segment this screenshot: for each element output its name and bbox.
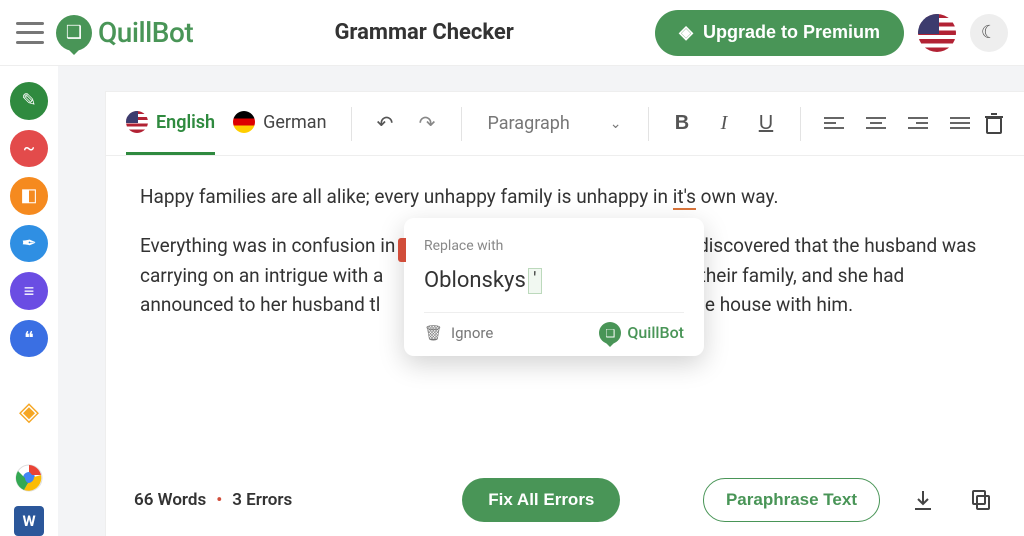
paragraph-style-label: Paragraph <box>488 113 570 134</box>
error-count: 3 Errors <box>232 490 292 510</box>
word-count: 66 Words <box>134 490 206 510</box>
trash-small-icon: 🗑 <box>424 322 443 345</box>
summarizer-icon[interactable]: ◧ <box>10 177 48 215</box>
suggestion-popup: Replace with Oblonskys' 🗑 Ignore ❑ Quill… <box>404 218 704 356</box>
quill-mini-logo-icon: ❑ <box>599 322 621 344</box>
editor-card: English German ↶ ↷ Paragraph ⌄ B I <box>106 92 1024 536</box>
text-span: Happy families are all alike; every unha… <box>140 185 673 208</box>
left-tool-rail: ✎ ~ ◧ ✒ ≡ ❝ ◈ W <box>0 66 58 536</box>
hamburger-menu-icon[interactable] <box>16 22 44 44</box>
editor-footer: 66 Words • 3 Errors Fix All Errors Parap… <box>106 464 1024 536</box>
dark-mode-icon[interactable]: ☾ <box>970 14 1008 52</box>
align-justify-icon[interactable] <box>940 104 980 144</box>
page-title: Grammar Checker <box>193 20 655 45</box>
undo-icon[interactable]: ↶ <box>365 104 405 144</box>
suggestion-replacement[interactable]: Oblonskys' <box>424 264 684 313</box>
align-right-icon[interactable] <box>898 104 938 144</box>
language-tabs: English German <box>116 92 337 155</box>
quill-logo-icon: ❑ <box>56 15 92 51</box>
text-span: Everything was in confusion in the <box>140 234 432 257</box>
tab-english[interactable]: English <box>126 92 215 155</box>
chevron-down-icon: ⌄ <box>610 116 622 132</box>
underline-icon[interactable]: U <box>746 104 786 144</box>
cowriter-icon[interactable]: ✒ <box>10 225 48 263</box>
suggestion-base-text: Oblonskys <box>424 264 526 298</box>
premium-diamond-icon[interactable]: ◈ <box>10 393 48 431</box>
ignore-button[interactable]: 🗑 Ignore <box>424 322 493 345</box>
redo-icon[interactable]: ↷ <box>407 104 447 144</box>
word-addin-icon[interactable]: W <box>14 506 44 536</box>
editor-toolbar: English German ↶ ↷ Paragraph ⌄ B I <box>106 92 1024 156</box>
editor-body[interactable]: Happy families are all alike; every unha… <box>106 156 1024 464</box>
citations-icon[interactable]: ❝ <box>10 320 48 358</box>
counts: 66 Words • 3 Errors <box>134 490 292 510</box>
grammar-check-icon[interactable]: ✎ <box>10 82 48 120</box>
main-canvas: English German ↶ ↷ Paragraph ⌄ B I <box>58 66 1024 536</box>
italic-icon[interactable]: I <box>704 104 744 144</box>
download-icon[interactable] <box>908 485 938 515</box>
paraphrase-text-button[interactable]: Paraphrase Text <box>703 478 880 522</box>
brand-name: QuillBot <box>98 16 193 49</box>
upgrade-premium-button[interactable]: ◈ Upgrade to Premium <box>655 10 904 56</box>
de-flag-icon <box>233 111 255 133</box>
grammar-error-its[interactable]: it's <box>673 185 696 210</box>
fix-all-errors-button[interactable]: Fix All Errors <box>462 478 620 522</box>
tab-english-label: English <box>156 112 215 133</box>
fix-all-label: Fix All Errors <box>488 490 594 509</box>
text-span: own way. <box>696 185 779 208</box>
diamond-icon: ◈ <box>679 22 693 43</box>
suggestion-brand[interactable]: ❑ QuillBot <box>599 321 684 346</box>
count-separator-icon: • <box>216 490 222 510</box>
suggestion-brand-label: QuillBot <box>627 321 684 346</box>
paragraph-1: Happy families are all alike; every unha… <box>140 182 990 211</box>
brand-logo[interactable]: ❑ QuillBot <box>56 15 193 51</box>
delete-icon[interactable] <box>984 104 1004 144</box>
copy-icon[interactable] <box>966 485 996 515</box>
align-left-icon[interactable] <box>814 104 854 144</box>
chrome-extension-icon[interactable] <box>10 459 48 497</box>
tab-german[interactable]: German <box>233 92 326 155</box>
language-flag-icon[interactable] <box>918 14 956 52</box>
plagiarism-icon[interactable]: ≡ <box>10 272 48 310</box>
align-center-icon[interactable] <box>856 104 896 144</box>
paraphrase-label: Paraphrase Text <box>726 490 857 509</box>
bold-icon[interactable]: B <box>662 104 702 144</box>
ignore-label: Ignore <box>451 322 493 345</box>
upgrade-label: Upgrade to Premium <box>703 22 880 43</box>
suggestion-label: Replace with <box>424 236 684 258</box>
tab-german-label: German <box>263 112 326 133</box>
us-flag-icon <box>126 111 148 133</box>
paraphraser-icon[interactable]: ~ <box>10 130 48 168</box>
suggestion-insert-char: ' <box>528 268 542 294</box>
paragraph-style-select[interactable]: Paragraph ⌄ <box>476 113 634 134</box>
top-header: ❑ QuillBot Grammar Checker ◈ Upgrade to … <box>0 0 1024 66</box>
